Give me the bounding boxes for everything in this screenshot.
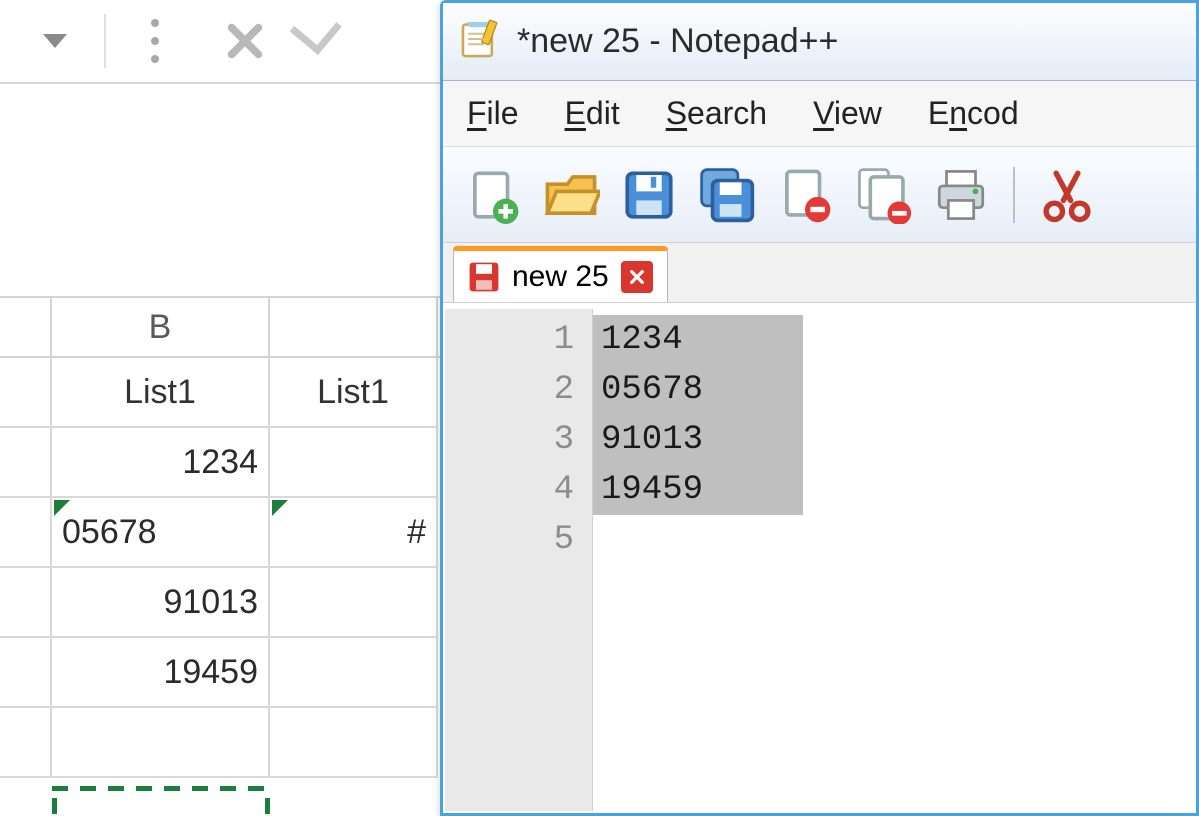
row-header[interactable] [0, 638, 52, 708]
line-number: 5 [445, 515, 574, 565]
close-icon [629, 269, 645, 285]
cell-b3[interactable]: 05678 [52, 498, 270, 568]
tabstrip: new 25 [443, 243, 1196, 303]
menu-view[interactable]: View [813, 95, 882, 132]
cell-c4[interactable] [270, 568, 438, 638]
open-file-button[interactable] [541, 165, 601, 225]
check-icon [318, 21, 352, 61]
menu-search[interactable]: Search [666, 95, 767, 132]
dots-vertical-icon [151, 19, 159, 63]
cell-b5[interactable]: 19459 [52, 638, 270, 708]
close-icon [222, 18, 268, 64]
editor[interactable]: 1 2 3 4 5 1234 05678 91013 19459 [445, 309, 1194, 811]
column-headers: B [0, 296, 440, 358]
code-area[interactable]: 1234 05678 91013 19459 [593, 309, 1194, 811]
cell-c6[interactable] [270, 708, 438, 778]
cell-b1[interactable]: List1 [52, 358, 270, 428]
row-header[interactable] [0, 358, 52, 428]
app-icon [459, 18, 501, 65]
cell-c1[interactable]: List1 [270, 358, 438, 428]
excel-grid[interactable]: List1 List1 1234 05678 # 91013 19459 [0, 358, 440, 778]
table-row: 1234 [0, 428, 440, 498]
table-row [0, 708, 440, 778]
code-line[interactable]: 91013 [601, 415, 1194, 465]
row-header[interactable] [0, 428, 52, 498]
unsaved-icon [468, 261, 500, 293]
caret-down-icon [43, 34, 67, 48]
line-number-gutter: 1 2 3 4 5 [445, 309, 593, 811]
toolbar-separator [1013, 167, 1015, 223]
namebox-dropdown[interactable] [10, 6, 100, 76]
toolbar-separator [104, 14, 106, 68]
table-row: List1 List1 [0, 358, 440, 428]
tab-new25[interactable]: new 25 [453, 246, 668, 302]
cell-b6[interactable] [52, 708, 270, 778]
column-header-b[interactable]: B [52, 298, 270, 356]
more-button[interactable] [110, 6, 200, 76]
enter-button[interactable] [290, 6, 380, 76]
cancel-button[interactable] [200, 6, 290, 76]
new-file-button[interactable] [463, 165, 523, 225]
code-line[interactable] [601, 515, 1194, 565]
tab-close-button[interactable] [621, 261, 653, 293]
table-row: 91013 [0, 568, 440, 638]
code-line[interactable]: 1234 [601, 315, 1194, 365]
menubar: File Edit Search View Encod [443, 81, 1196, 147]
menu-edit[interactable]: Edit [565, 95, 620, 132]
line-number: 3 [445, 415, 574, 465]
row-header[interactable] [0, 498, 52, 568]
cell-b2[interactable]: 1234 [52, 428, 270, 498]
code-line[interactable]: 19459 [601, 465, 1194, 515]
excel-formula-toolbar [0, 0, 440, 84]
save-all-button[interactable] [697, 165, 757, 225]
line-number: 4 [445, 465, 574, 515]
excel-window: B List1 List1 1234 05678 # 91013 19459 [0, 0, 440, 816]
notepadpp-window: *new 25 - Notepad++ File Edit Search Vie… [440, 0, 1199, 816]
cell-c3[interactable]: # [270, 498, 438, 568]
line-number: 2 [445, 365, 574, 415]
titlebar[interactable]: *new 25 - Notepad++ [443, 3, 1196, 81]
line-number: 1 [445, 315, 574, 365]
column-header-c[interactable] [270, 298, 438, 356]
error-triangle-icon [272, 500, 288, 516]
code-line[interactable]: 05678 [601, 365, 1194, 415]
table-row: 19459 [0, 638, 440, 708]
toolbar [443, 147, 1196, 243]
save-button[interactable] [619, 165, 679, 225]
cell-c2[interactable] [270, 428, 438, 498]
tab-label: new 25 [512, 260, 609, 294]
print-button[interactable] [931, 165, 991, 225]
cut-button[interactable] [1037, 165, 1097, 225]
close-all-button[interactable] [853, 165, 913, 225]
rowcol-corner[interactable] [0, 298, 52, 356]
copy-selection-marquee [52, 786, 270, 816]
close-file-button[interactable] [775, 165, 835, 225]
row-header[interactable] [0, 708, 52, 778]
cell-b4[interactable]: 91013 [52, 568, 270, 638]
row-header[interactable] [0, 568, 52, 638]
window-title: *new 25 - Notepad++ [517, 22, 838, 61]
menu-encoding[interactable]: Encod [928, 95, 1019, 132]
menu-file[interactable]: File [467, 95, 519, 132]
cell-c5[interactable] [270, 638, 438, 708]
error-triangle-icon [54, 500, 70, 516]
